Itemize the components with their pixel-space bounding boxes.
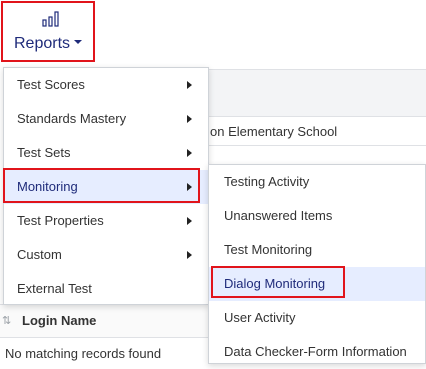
submenu-item-dialog-monitoring[interactable]: Dialog Monitoring xyxy=(209,267,425,301)
menu-item-monitoring[interactable]: Monitoring xyxy=(4,170,208,204)
menu-item-label: Test Scores xyxy=(17,77,85,92)
submenu-item-label: User Activity xyxy=(224,310,296,325)
submenu-item-label: Dialog Monitoring xyxy=(224,276,326,291)
submenu-item-label: Data Checker-Form Information xyxy=(224,344,407,359)
menu-item-test-sets[interactable]: Test Sets xyxy=(4,136,208,170)
menu-item-label: Standards Mastery xyxy=(17,111,127,126)
submenu-item-unanswered-items[interactable]: Unanswered Items xyxy=(209,199,425,233)
menu-item-label: Test Properties xyxy=(17,213,104,228)
menu-item-custom[interactable]: Custom xyxy=(4,238,208,272)
caret-down-icon xyxy=(74,39,83,44)
chevron-right-icon xyxy=(187,217,192,225)
menu-item-test-properties[interactable]: Test Properties xyxy=(4,204,208,238)
column-header-login-name[interactable]: Login Name xyxy=(22,305,96,337)
monitoring-submenu: Testing Activity Unanswered Items Test M… xyxy=(208,164,426,364)
table-header-row: ⇅ Login Name xyxy=(0,304,210,338)
menu-item-standards-mastery[interactable]: Standards Mastery xyxy=(4,102,208,136)
chevron-right-icon xyxy=(187,115,192,123)
chevron-right-icon xyxy=(187,81,192,89)
menu-item-test-scores[interactable]: Test Scores xyxy=(4,68,208,102)
menu-item-label: Monitoring xyxy=(17,179,78,194)
empty-table-message: No matching records found xyxy=(5,346,162,361)
reports-menu-button[interactable]: Reports xyxy=(1,1,95,62)
school-name-field: on Elementary School xyxy=(200,116,426,146)
menu-item-label: External Test xyxy=(17,281,92,296)
submenu-item-label: Testing Activity xyxy=(224,174,310,189)
sort-icon[interactable]: ⇅ xyxy=(2,314,12,328)
bar-chart-icon xyxy=(42,11,59,27)
reports-dropdown-menu: Test Scores Standards Mastery Test Sets … xyxy=(3,67,209,305)
menu-item-external-test[interactable]: External Test xyxy=(4,272,208,306)
submenu-item-user-activity[interactable]: User Activity xyxy=(209,301,425,335)
page-header-strip xyxy=(200,69,426,116)
reports-label: Reports xyxy=(13,35,71,52)
submenu-item-testing-activity[interactable]: Testing Activity xyxy=(209,165,425,199)
menu-item-label: Test Sets xyxy=(17,145,71,160)
submenu-item-test-monitoring[interactable]: Test Monitoring xyxy=(209,233,425,267)
submenu-item-label: Test Monitoring xyxy=(224,242,313,257)
chevron-right-icon xyxy=(187,183,192,191)
menu-item-label: Custom xyxy=(17,247,62,262)
chevron-right-icon xyxy=(187,149,192,157)
chevron-right-icon xyxy=(187,251,192,259)
submenu-item-label: Unanswered Items xyxy=(224,208,333,223)
